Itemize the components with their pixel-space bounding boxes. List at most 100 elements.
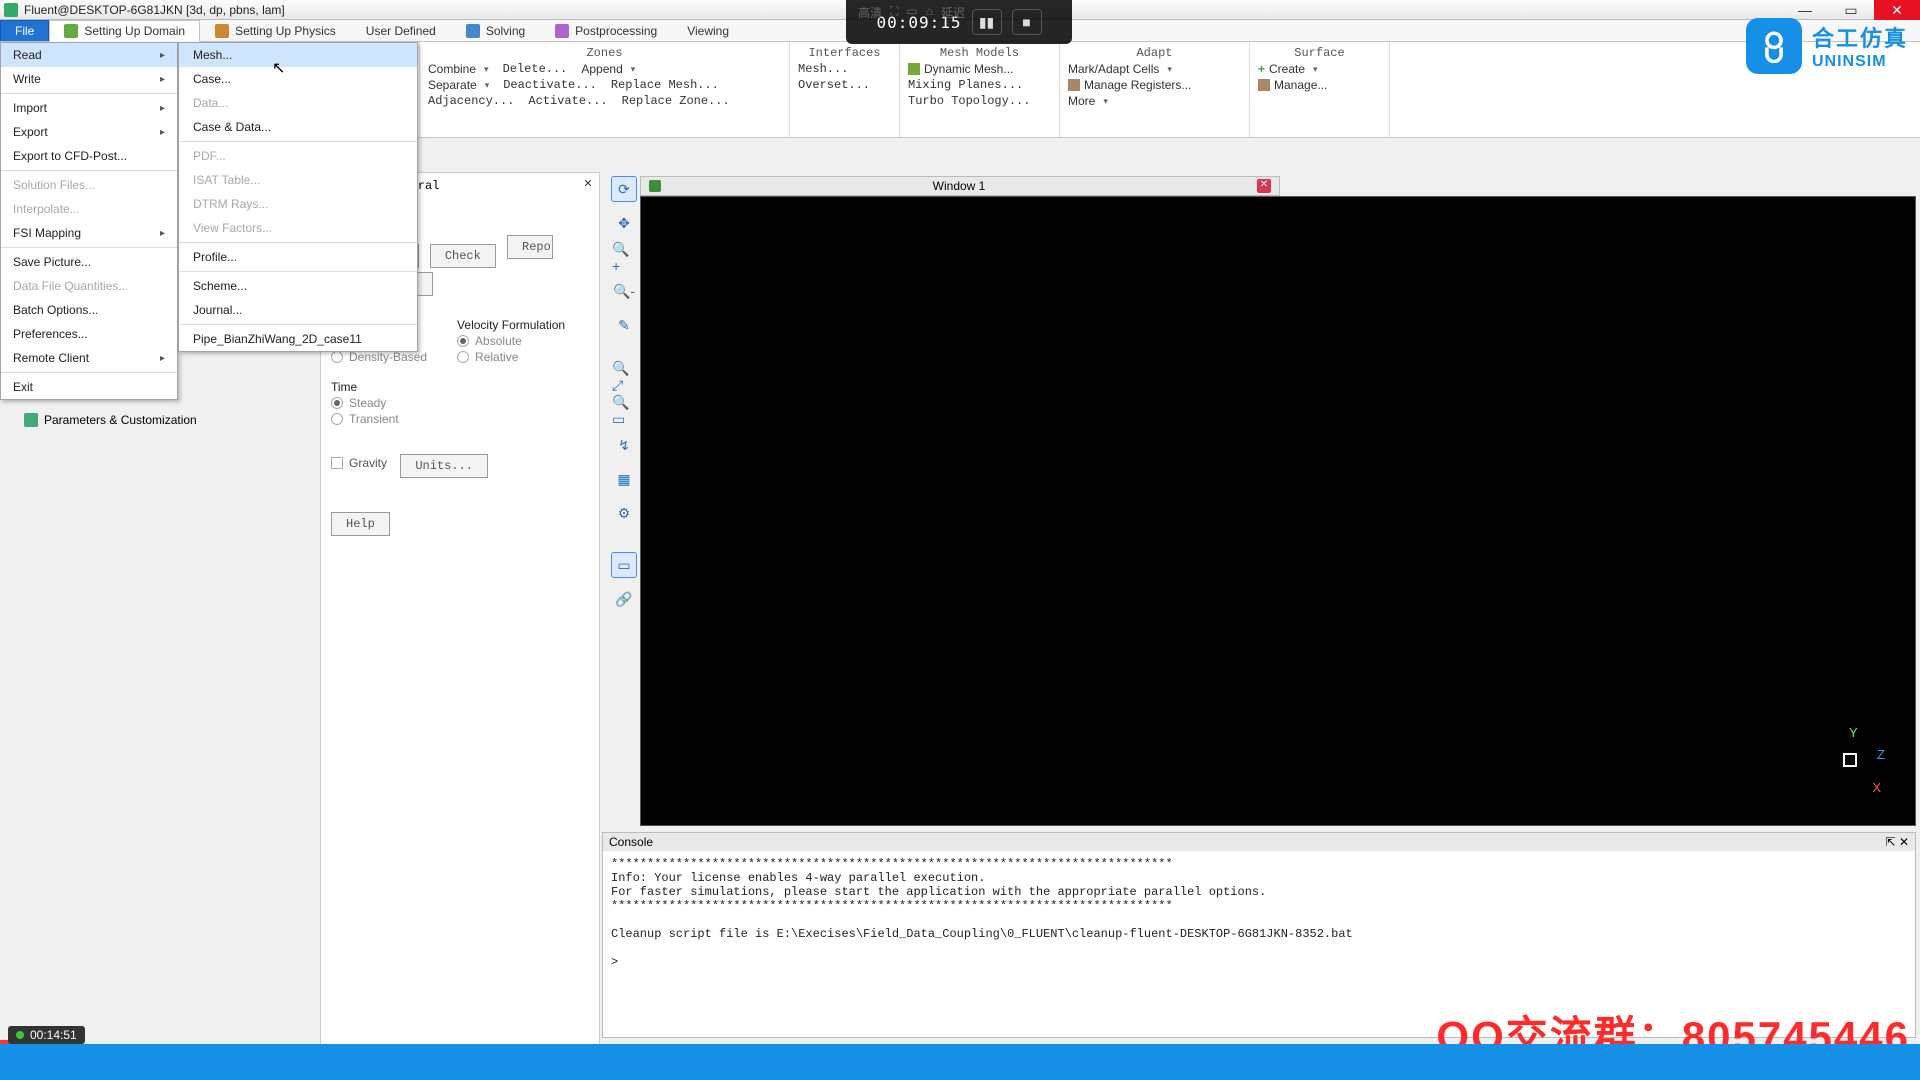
radio-density-based[interactable]: Density-Based (331, 350, 427, 364)
hd-overlay: 高清 ⛶▭⌂ 延迟 (858, 4, 965, 21)
tool-fit-icon[interactable]: 🔍⤢ (611, 364, 637, 390)
meshmodels-dynamic[interactable]: Dynamic Mesh... (908, 62, 1013, 76)
read-dtrm: DTRM Rays... (179, 192, 417, 216)
minimize-button[interactable]: — (1782, 0, 1828, 20)
report-quality-button[interactable]: Report (507, 235, 553, 259)
zones-adjacency[interactable]: Adjacency... (428, 94, 514, 108)
zones-replace-mesh[interactable]: Replace Mesh... (611, 78, 719, 92)
viewport-tab-label: Window 1 (669, 179, 1249, 193)
console-close-icon[interactable]: ✕ (1899, 835, 1909, 849)
task-close-icon[interactable]: ✕ (581, 177, 595, 191)
units-button[interactable]: Units... (400, 454, 488, 478)
surface-create[interactable]: +Create▾ (1258, 62, 1318, 76)
read-data: Data... (179, 91, 417, 115)
record-stop-button[interactable]: ■ (1012, 9, 1042, 35)
radio-absolute[interactable]: Absolute (457, 334, 565, 348)
menu-exit[interactable]: Exit (1, 375, 177, 399)
menu-dfq: Data File Quantities... (1, 274, 177, 298)
group-adapt-label: Adapt (1068, 46, 1241, 60)
menu-prefs[interactable]: Preferences... (1, 322, 177, 346)
zones-combine[interactable]: Combine▾ (428, 62, 489, 76)
menu-remote[interactable]: Remote Client▸ (1, 346, 177, 370)
radio-steady[interactable]: Steady (331, 396, 589, 410)
read-case-data[interactable]: Case & Data... (179, 115, 417, 139)
menu-export[interactable]: Export▸ (1, 120, 177, 144)
read-view-factors: View Factors... (179, 216, 417, 240)
tab-setting-up-domain[interactable]: Setting Up Domain (49, 20, 200, 42)
tool-zoom-in-icon[interactable]: 🔍+ (611, 244, 637, 270)
radio-transient[interactable]: Transient (331, 412, 589, 426)
menu-batch[interactable]: Batch Options... (1, 298, 177, 322)
tab-postprocessing[interactable]: Postprocessing (540, 20, 672, 41)
tool-move-icon[interactable]: ✥ (611, 210, 637, 236)
adapt-more[interactable]: More▾ (1068, 94, 1108, 108)
zones-delete[interactable]: Delete... (503, 62, 568, 76)
meshmodels-turbo[interactable]: Turbo Topology... (908, 94, 1030, 108)
radio-relative[interactable]: Relative (457, 350, 565, 364)
tool-axes-icon[interactable]: ↯ (611, 432, 637, 458)
bottom-bar (0, 1044, 1920, 1080)
console-undock-icon[interactable]: ⇱ (1886, 835, 1896, 849)
zones-activate[interactable]: Activate... (528, 94, 607, 108)
tab-user-defined[interactable]: User Defined (351, 20, 451, 41)
viewport-tab-close-icon[interactable]: ✕ (1257, 179, 1271, 193)
file-menu: Read▸ Write▸ Import▸ Export▸ Export to C… (0, 42, 178, 400)
surface-manage[interactable]: Manage... (1258, 78, 1327, 92)
read-case[interactable]: Case... (179, 67, 417, 91)
zones-append[interactable]: Append▾ (581, 62, 635, 76)
read-recent[interactable]: Pipe_BianZhiWang_2D_case11 (179, 327, 417, 351)
console-text[interactable]: ****************************************… (603, 851, 1915, 975)
tool-link-icon[interactable]: 🔗 (611, 586, 637, 612)
axis-triad: YZX (1815, 725, 1885, 795)
menu-solution-files: Solution Files... (1, 173, 177, 197)
menu-import[interactable]: Import▸ (1, 96, 177, 120)
maximize-button[interactable]: ▭ (1828, 0, 1874, 20)
recording-badge: 00:14:51 (8, 1026, 85, 1044)
zones-separate[interactable]: Separate▾ (428, 78, 489, 92)
read-journal[interactable]: Journal... (179, 298, 417, 322)
record-pause-button[interactable]: ▮▮ (972, 9, 1002, 35)
time-label: Time (331, 380, 589, 394)
zones-replace-zone[interactable]: Replace Zone... (622, 94, 730, 108)
read-submenu: Mesh... Case... Data... Case & Data... P… (178, 42, 418, 352)
viewport-tab[interactable]: Window 1 ✕ (640, 176, 1280, 196)
group-zones-label: Zones (428, 46, 781, 60)
close-button[interactable]: ✕ (1874, 0, 1920, 20)
group-interfaces-label: Interfaces (798, 46, 891, 60)
tool-refresh-icon[interactable]: ⟳ (611, 176, 637, 202)
adapt-manage[interactable]: Manage Registers... (1068, 78, 1191, 92)
zones-deactivate[interactable]: Deactivate... (503, 78, 597, 92)
tool-config-icon[interactable]: ⚙ (611, 500, 637, 526)
adapt-mark[interactable]: Mark/Adapt Cells▾ (1068, 62, 1172, 76)
read-profile[interactable]: Profile... (179, 245, 417, 269)
uninsim-logo: 合工仿真UNINSIM (1746, 18, 1908, 74)
parameters-icon (24, 413, 38, 427)
viewport[interactable]: YZX (640, 196, 1916, 826)
tool-zoom-box-icon[interactable]: 🔍▭ (611, 398, 637, 424)
viewport-tab-icon (649, 180, 661, 192)
tab-file[interactable]: File (0, 20, 49, 41)
group-surface-label: Surface (1258, 46, 1381, 60)
tool-select-icon[interactable]: ▭ (611, 552, 637, 578)
tool-probe-icon[interactable]: ✎ (611, 312, 637, 338)
tab-solving[interactable]: Solving (451, 20, 540, 41)
gravity-checkbox[interactable]: Gravity (331, 456, 387, 470)
interfaces-mesh[interactable]: Mesh... (798, 62, 848, 76)
menu-export-cfd[interactable]: Export to CFD-Post... (1, 144, 177, 168)
meshmodels-mixing[interactable]: Mixing Planes... (908, 78, 1023, 92)
interfaces-overset[interactable]: Overset... (798, 78, 870, 92)
group-meshmodels-label: Mesh Models (908, 46, 1051, 60)
tab-setting-up-physics[interactable]: Setting Up Physics (200, 20, 351, 41)
menu-read[interactable]: Read▸ (1, 43, 177, 67)
tool-snapshot-icon[interactable]: ▦ (611, 466, 637, 492)
read-scheme[interactable]: Scheme... (179, 274, 417, 298)
read-mesh[interactable]: Mesh... (179, 43, 417, 67)
menu-save-picture[interactable]: Save Picture... (1, 250, 177, 274)
tool-zoom-out-icon[interactable]: 🔍- (611, 278, 637, 304)
menu-fsi[interactable]: FSI Mapping▸ (1, 221, 177, 245)
tree-parameters[interactable]: Parameters & Customization (24, 413, 197, 427)
help-button[interactable]: Help (331, 512, 390, 536)
menu-write[interactable]: Write▸ (1, 67, 177, 91)
check-button[interactable]: Check (430, 244, 496, 268)
tab-viewing[interactable]: Viewing (672, 20, 744, 41)
